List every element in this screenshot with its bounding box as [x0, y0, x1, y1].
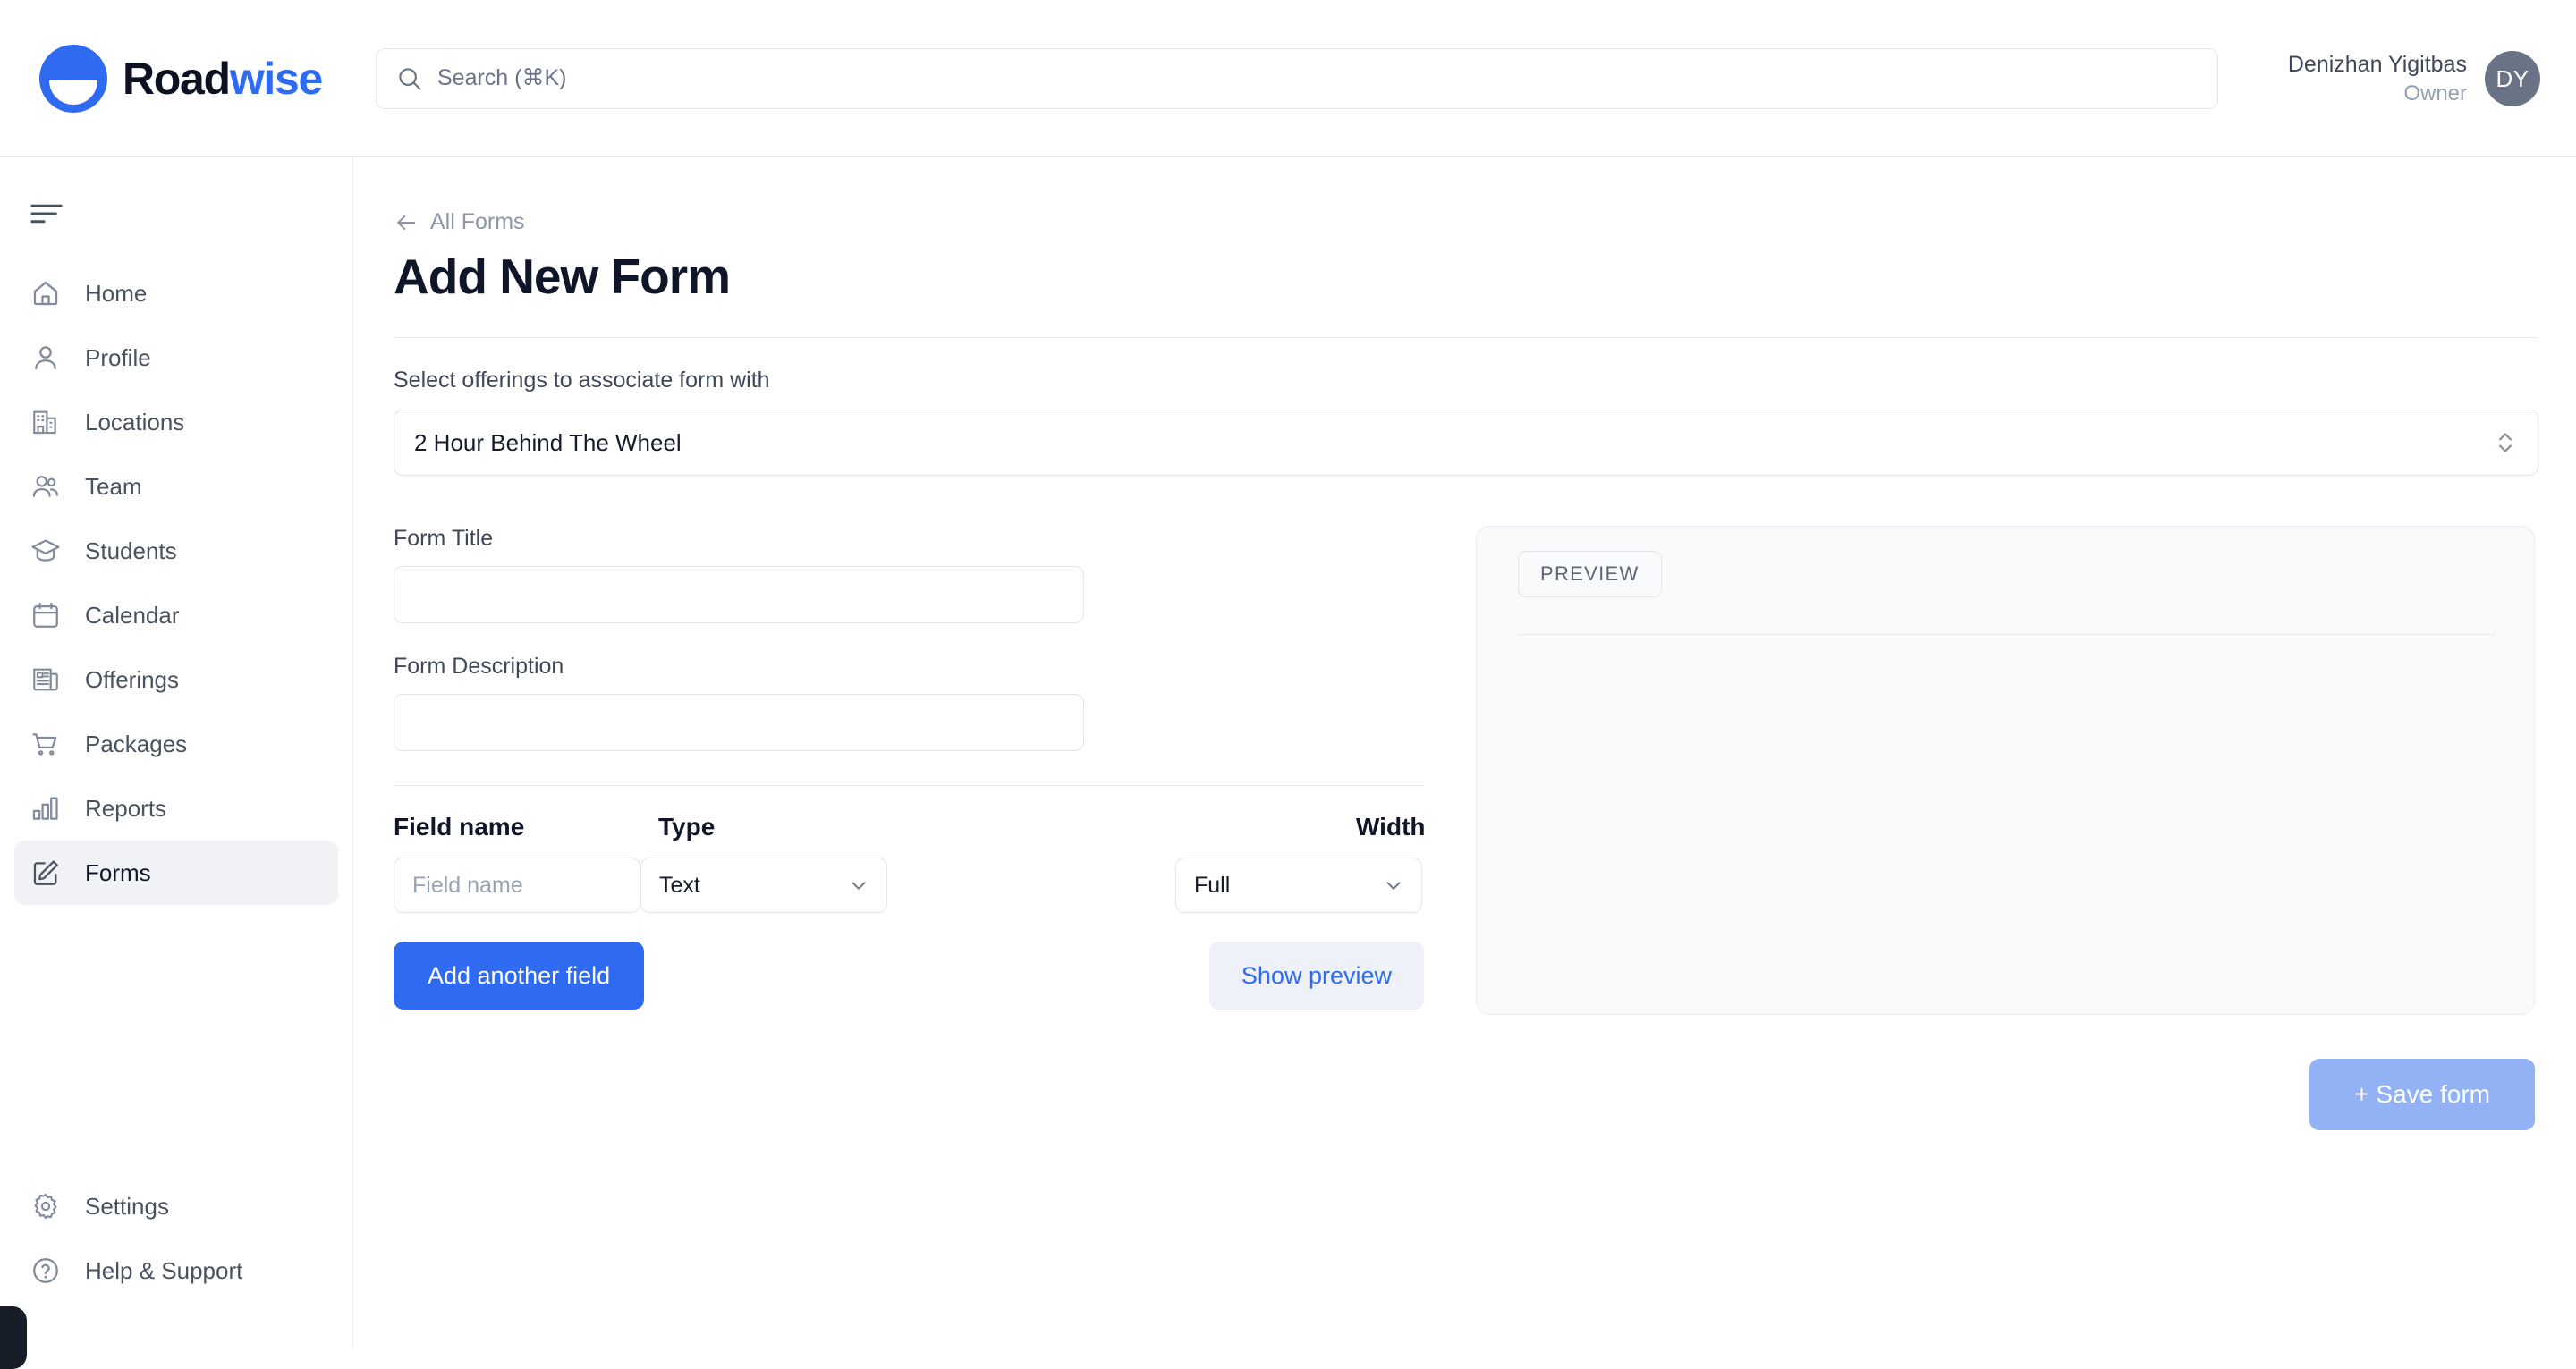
- sidebar-collapse-button[interactable]: [0, 179, 353, 249]
- page-title: Add New Form: [394, 249, 731, 304]
- preview-panel: PREVIEW: [1476, 526, 2535, 1015]
- sidebar-item-profile[interactable]: Profile: [14, 325, 338, 390]
- chat-widget-corner[interactable]: [0, 1306, 27, 1369]
- arrow-left-icon: [394, 210, 419, 235]
- newspaper-icon: [30, 663, 62, 696]
- sidebar-item-offerings[interactable]: Offerings: [14, 647, 338, 712]
- sidebar-item-packages[interactable]: Packages: [14, 712, 338, 776]
- form-description-input[interactable]: [394, 694, 1084, 751]
- sidebar-item-label: Packages: [85, 730, 188, 757]
- offerings-label: Select offerings to associate form with: [394, 368, 770, 393]
- sidebar-item-label: Students: [85, 537, 177, 564]
- sidebar-item-settings[interactable]: Settings: [14, 1174, 339, 1238]
- field-name-cell: [394, 858, 640, 913]
- roadwise-logo-icon: [39, 44, 107, 113]
- field-width-value: Full: [1194, 872, 1231, 898]
- brand-name-accent: wise: [229, 53, 324, 104]
- breadcrumb-label: All Forms: [430, 209, 525, 234]
- chevron-down-icon: [847, 874, 870, 897]
- building-icon: [30, 406, 62, 438]
- save-row: + Save form: [1476, 1059, 2535, 1130]
- graduation-icon: [30, 535, 62, 567]
- main-content: All Forms Add New Form Select offerings …: [354, 157, 2576, 1348]
- sidebar-item-forms[interactable]: Forms: [14, 841, 338, 905]
- field-width-cell: Full: [1175, 858, 1422, 913]
- sidebar-item-label: Profile: [85, 343, 151, 371]
- builder-button-row: Add another field Show preview: [394, 942, 1424, 1010]
- chevron-updown-icon: [2494, 428, 2517, 457]
- sidebar-item-label: Offerings: [85, 665, 180, 693]
- preview-column: PREVIEW + Save form: [1476, 526, 2535, 1130]
- user-profile-block[interactable]: Denizhan Yigitbas Owner DY: [2288, 0, 2540, 157]
- avatar[interactable]: DY: [2485, 51, 2540, 106]
- builder-columns: Form Title Form Description Field name T…: [394, 526, 2535, 1130]
- sidebar-item-locations[interactable]: Locations: [14, 390, 338, 454]
- cart-icon: [30, 728, 62, 760]
- chevron-down-icon: [1382, 874, 1405, 897]
- sidebar-item-label: Help & Support: [85, 1256, 243, 1284]
- field-row: Text Full: [394, 858, 1422, 913]
- column-header-field-name: Field name: [394, 813, 525, 841]
- preview-badge[interactable]: PREVIEW: [1518, 551, 1662, 597]
- question-circle-icon: [30, 1255, 62, 1287]
- field-table-header: Field name Type Width: [394, 813, 1426, 841]
- breadcrumb-all-forms[interactable]: All Forms: [394, 209, 525, 235]
- brand-logo-block[interactable]: Roadwise: [0, 0, 353, 157]
- brand-name-dark: Road: [123, 53, 231, 104]
- edit-square-icon: [30, 857, 62, 889]
- sidebar-item-label: Locations: [85, 408, 185, 435]
- top-header: Roadwise Denizhan Yigitbas Owner DY: [0, 0, 2576, 157]
- sidebar-item-calendar[interactable]: Calendar: [14, 583, 338, 647]
- gear-icon: [30, 1190, 62, 1222]
- search-bar[interactable]: [376, 47, 2218, 109]
- show-preview-button[interactable]: Show preview: [1208, 942, 1424, 1010]
- sidebar-item-team[interactable]: Team: [14, 454, 338, 519]
- brand-name: Roadwise: [123, 53, 324, 105]
- form-builder-column: Form Title Form Description Field name T…: [394, 526, 1426, 1130]
- home-icon: [30, 277, 62, 309]
- form-title-input[interactable]: [394, 566, 1084, 623]
- bar-chart-icon: [30, 792, 62, 824]
- sidebar-bottom-nav: Settings Help & Support: [0, 1174, 353, 1303]
- user-role: Owner: [2403, 80, 2467, 106]
- sidebar-item-label: Home: [85, 279, 148, 307]
- field-name-input[interactable]: [394, 858, 640, 913]
- field-width-select[interactable]: Full: [1175, 858, 1422, 913]
- users-icon: [30, 470, 62, 503]
- sidebar-item-students[interactable]: Students: [14, 519, 338, 583]
- search-input[interactable]: [437, 65, 2198, 91]
- hamburger-icon: [30, 200, 64, 227]
- header-divider: [394, 337, 2538, 338]
- field-type-value: Text: [659, 872, 700, 898]
- form-title-label: Form Title: [394, 526, 494, 551]
- sidebar-item-label: Settings: [85, 1192, 169, 1220]
- sidebar-item-label: Reports: [85, 794, 167, 822]
- user-name: Denizhan Yigitbas: [2287, 51, 2467, 77]
- sidebar-item-label: Calendar: [85, 601, 180, 629]
- column-header-type: Type: [658, 813, 716, 841]
- form-description-label: Form Description: [394, 654, 564, 679]
- sidebar-item-label: Team: [85, 472, 142, 500]
- add-another-field-button[interactable]: Add another field: [394, 942, 645, 1010]
- field-type-select[interactable]: Text: [640, 858, 887, 913]
- save-form-button[interactable]: + Save form: [2309, 1059, 2535, 1130]
- sidebar-item-home[interactable]: Home: [14, 261, 338, 325]
- sidebar-item-reports[interactable]: Reports: [14, 776, 338, 841]
- search-icon: [396, 65, 423, 92]
- sidebar: Home Profile Locations Team Students Cal…: [0, 157, 353, 1369]
- user-text: Denizhan Yigitbas Owner: [2288, 50, 2467, 108]
- sidebar-item-help-support[interactable]: Help & Support: [14, 1238, 339, 1303]
- user-icon: [30, 342, 62, 374]
- sidebar-item-label: Forms: [85, 858, 151, 886]
- calendar-icon: [30, 599, 62, 631]
- fields-divider: [394, 785, 1424, 786]
- offerings-select[interactable]: 2 Hour Behind The Wheel: [394, 410, 2538, 476]
- column-header-width: Width: [1356, 813, 1426, 841]
- sidebar-nav-list: Home Profile Locations Team Students Cal…: [0, 261, 352, 905]
- offerings-selected-value: 2 Hour Behind The Wheel: [414, 428, 682, 456]
- field-type-cell: Text: [640, 858, 913, 913]
- preview-divider: [1518, 634, 2495, 635]
